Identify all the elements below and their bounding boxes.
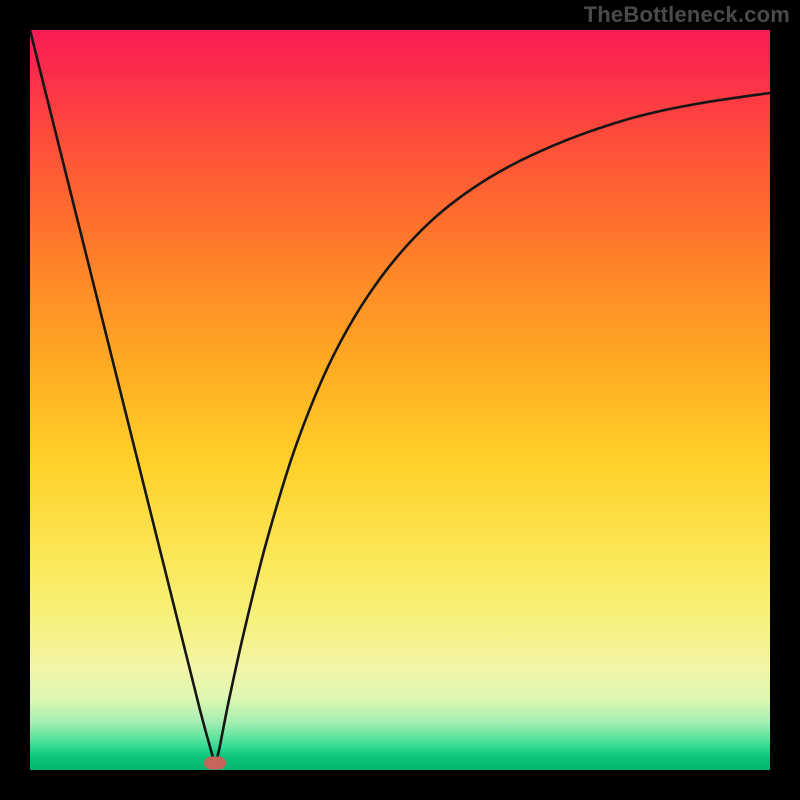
plot-area	[30, 30, 770, 770]
watermark-text: TheBottleneck.com	[584, 2, 790, 28]
curve-path	[30, 30, 770, 763]
bottleneck-curve	[30, 30, 770, 770]
minimum-marker	[204, 756, 226, 769]
chart-frame: TheBottleneck.com	[0, 0, 800, 800]
